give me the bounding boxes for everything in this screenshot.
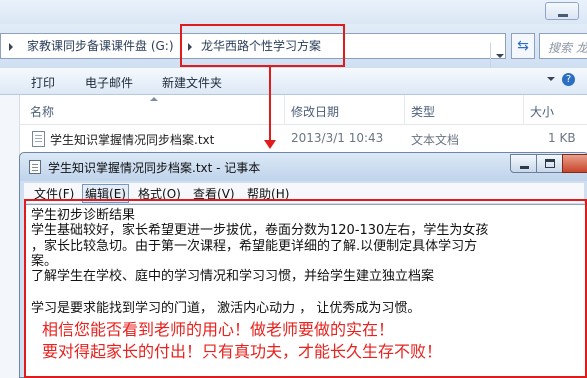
notepad-icon [29, 160, 41, 174]
chevron-down-icon [496, 54, 504, 58]
view-options-chevron-icon[interactable] [547, 77, 555, 81]
search-input[interactable]: 搜索 龙华 [539, 33, 587, 59]
text-line: ，家长比较急切。由于第一次课程，希望能更详细的了解.以便制定具体学习方 [31, 239, 478, 254]
maximize-button[interactable] [536, 154, 563, 173]
column-modified[interactable]: 修改日期 [291, 103, 339, 120]
email-button[interactable]: 电子邮件 [85, 74, 133, 91]
column-name[interactable]: 名称 [30, 103, 54, 120]
minimize-button[interactable] [510, 154, 537, 173]
file-name[interactable]: 学生知识掌握情况同步档案.txt [50, 131, 214, 148]
file-size: 1 KB [548, 131, 576, 145]
notepad-title-bar[interactable]: 学生知识掌握情况同步档案.txt - 记事本 [20, 153, 587, 181]
close-button[interactable] [562, 154, 587, 173]
column-size[interactable]: 大小 [530, 103, 554, 120]
explorer-title-bar [0, 0, 587, 24]
minimize-icon [520, 166, 529, 169]
text-line: 案。 [31, 254, 58, 269]
navigation-pane[interactable] [0, 95, 20, 378]
column-divider[interactable] [284, 95, 285, 125]
refresh-icon: ⇆ [517, 38, 529, 54]
new-folder-button[interactable]: 新建文件夹 [162, 74, 222, 91]
file-modified: 2013/3/1 10:43 [291, 131, 384, 145]
breadcrumb-chevron-icon[interactable] [9, 43, 13, 51]
text-line: 学习是要求能找到学习的门道， 激活内心动力 ， 让优秀成为习惯。 [31, 301, 421, 316]
sort-arrow-icon [150, 97, 158, 101]
explorer-minimize-button[interactable] [545, 2, 579, 20]
print-button[interactable]: 打印 [31, 74, 55, 91]
breadcrumb-drive[interactable]: 家教课同步备课课件盘 (G:) [27, 34, 174, 58]
annotation-text: 要对得起家长的付出！只有真功夫，才能长久生存不败！ [42, 342, 443, 361]
annotation-arrow [269, 67, 271, 142]
text-file-icon [32, 131, 45, 147]
help-icon[interactable]: ? [562, 73, 575, 86]
file-type: 文本文档 [411, 133, 460, 147]
maximize-icon [545, 159, 555, 168]
column-header-row: 名称 修改日期 类型 大小 [20, 95, 587, 125]
refresh-button[interactable]: ⇆ [511, 33, 535, 59]
highlight-box-folder-path [180, 24, 345, 67]
annotation-arrowhead [264, 140, 276, 149]
minimize-icon [558, 14, 568, 17]
text-line: 了解学生在学校、庭中的学习情况和学习习惯，并给学生建立独立档案 [31, 269, 435, 284]
search-placeholder: 搜索 龙华 [548, 41, 587, 55]
column-type[interactable]: 类型 [411, 103, 435, 120]
command-bar: 打印 电子邮件 新建文件夹 [0, 68, 587, 95]
notepad-title: 学生知识掌握情况同步档案.txt - 记事本 [48, 161, 261, 175]
column-divider[interactable] [404, 95, 405, 125]
column-divider[interactable] [523, 95, 524, 125]
annotation-text: 相信您能否看到老师的用心！做老师要做的实在！ [42, 320, 395, 339]
text-line: 学生基础较好，家长希望更进一步拔优，卷面分数为120-130左右，学生为女孩 [31, 223, 489, 238]
address-dropdown-button[interactable] [490, 43, 507, 69]
text-line: 学生初步诊断结果 [31, 208, 136, 223]
